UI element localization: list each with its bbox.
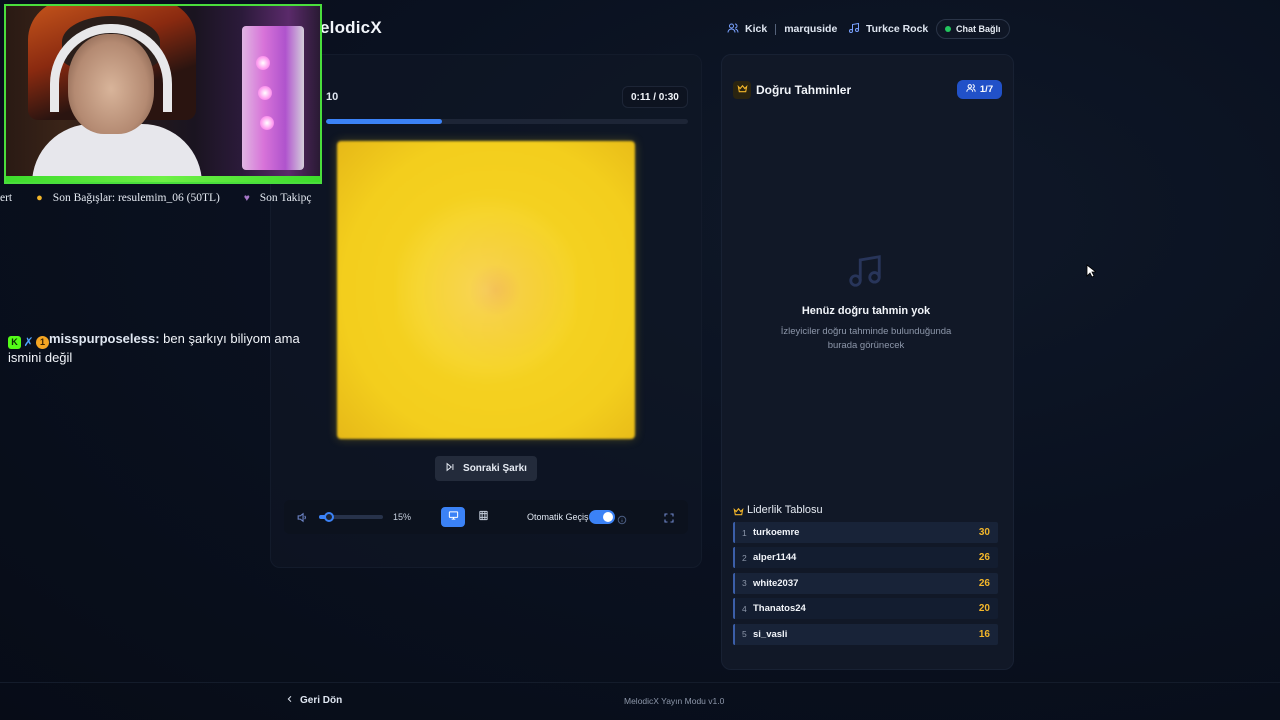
player-name: alper1144: [753, 552, 797, 564]
info-icon[interactable]: [617, 512, 627, 525]
score: 26: [978, 577, 990, 589]
platform-channel: Kick marquside: [727, 20, 837, 38]
crown-icon: [733, 504, 744, 516]
leaderboard-row: 3 white2037 26: [733, 572, 998, 594]
chat-username: misspurposeless:: [49, 331, 160, 346]
leaderboard-list: 1 turkoemre 30 2 alper1144 26 3 white203…: [733, 522, 998, 649]
rank: 4: [742, 603, 747, 614]
song-progress-fill: [326, 119, 442, 124]
ticker-prefix: ert: [0, 192, 13, 204]
auto-advance-label: Otomatik Geçiş: [527, 512, 589, 522]
footer-divider: [0, 682, 1280, 683]
stream-ticker: ert ● Son Bağışlar: resulemim_06 (50TL) …: [0, 190, 311, 206]
rank: 5: [742, 629, 747, 640]
chat-message: K ✗ 1 misspurposeless: ben şarkıyı biliy…: [8, 330, 328, 366]
mouse-cursor-icon: [1086, 264, 1098, 278]
chat-badges: K ✗ 1: [8, 335, 49, 349]
leaderboard-row: 5 si_vasli 16: [733, 623, 998, 645]
score: 26: [978, 552, 990, 564]
round-number: 10: [326, 91, 339, 103]
webcam-feed: [4, 4, 322, 184]
leaderboard-row: 2 alper1144 26: [733, 547, 998, 569]
leaderboard-row: 1 turkoemre 30: [733, 522, 998, 543]
next-song-label: Sonraki Şarkı: [463, 463, 527, 474]
player-name: turkoemre: [753, 527, 800, 538]
score: 30: [978, 527, 990, 538]
volume-slider-handle[interactable]: [323, 512, 334, 522]
guess-count: 1/7: [979, 84, 994, 95]
crown-badge: [733, 81, 751, 99]
users-icon: [966, 83, 976, 96]
empty-state-title: Henüz doğru tahmin yok: [801, 305, 931, 317]
users-icon: [727, 22, 739, 37]
number-badge-icon: 1: [36, 336, 49, 349]
ticker-donations: Son Bağışlar: resulemim_06 (50TL): [52, 192, 220, 204]
fullscreen-icon[interactable]: [663, 511, 675, 523]
status-dot-icon: [945, 26, 951, 32]
leaderboard-row: 4 Thanatos24 20: [733, 598, 998, 620]
crown-icon: [737, 81, 748, 99]
music-note-icon: [846, 252, 884, 290]
divider: [775, 23, 777, 35]
empty-state-subtitle: İzleyiciler doğru tahminde bulunduğunda …: [780, 326, 952, 351]
monitor-icon: [448, 508, 459, 526]
ticker-followers: Son Takipç: [259, 192, 312, 204]
chat-status-label: Chat Bağlı: [956, 24, 1001, 34]
music-note-icon: [848, 22, 860, 37]
time-display: 0:11 / 0:30: [622, 86, 688, 108]
volume-percent: 15%: [393, 512, 412, 522]
skip-forward-icon: [445, 462, 455, 475]
score: 20: [978, 603, 990, 615]
film-mode-button[interactable]: [471, 507, 495, 527]
playlist: Turkce Rock: [848, 20, 928, 38]
heart-icon: ♥: [243, 192, 250, 204]
next-song-button[interactable]: Sonraki Şarkı: [435, 456, 537, 481]
toggle-knob: [603, 512, 613, 522]
auto-advance-toggle[interactable]: [589, 510, 615, 524]
back-label: Geri Dön: [300, 695, 343, 706]
chevron-left-icon: [286, 695, 294, 706]
platform-label: Kick: [745, 23, 768, 35]
player-name: white2037: [753, 577, 799, 589]
film-icon: [478, 508, 489, 526]
channel-label: marquside: [784, 23, 838, 35]
rank: 1: [742, 527, 747, 538]
rank: 2: [742, 552, 747, 563]
player-name: Thanatos24: [753, 603, 806, 615]
player-name: si_vasli: [753, 628, 788, 640]
version-label: MelodicX Yayın Modu v1.0: [624, 696, 725, 706]
monitor-mode-button[interactable]: [441, 507, 465, 527]
leaderboard-title: Liderlik Tablosu: [747, 504, 823, 516]
album-cover-blurred: [337, 141, 635, 439]
score: 16: [978, 628, 990, 640]
song-progress-bar: [326, 119, 688, 124]
back-button[interactable]: Geri Dön: [286, 695, 342, 706]
volume-icon[interactable]: [296, 511, 309, 524]
correct-guesses-title: Doğru Tahminler: [756, 83, 852, 97]
playlist-label: Turkce Rock: [866, 23, 929, 35]
app-title: elodicX: [320, 18, 382, 37]
rank: 3: [742, 578, 747, 589]
sword-badge-icon: ✗: [23, 335, 34, 349]
money-bag-icon: ●: [36, 192, 43, 204]
kick-badge-icon: K: [8, 336, 21, 349]
guess-count-badge: 1/7: [957, 80, 1002, 99]
chat-status-badge: Chat Bağlı: [936, 19, 1010, 39]
